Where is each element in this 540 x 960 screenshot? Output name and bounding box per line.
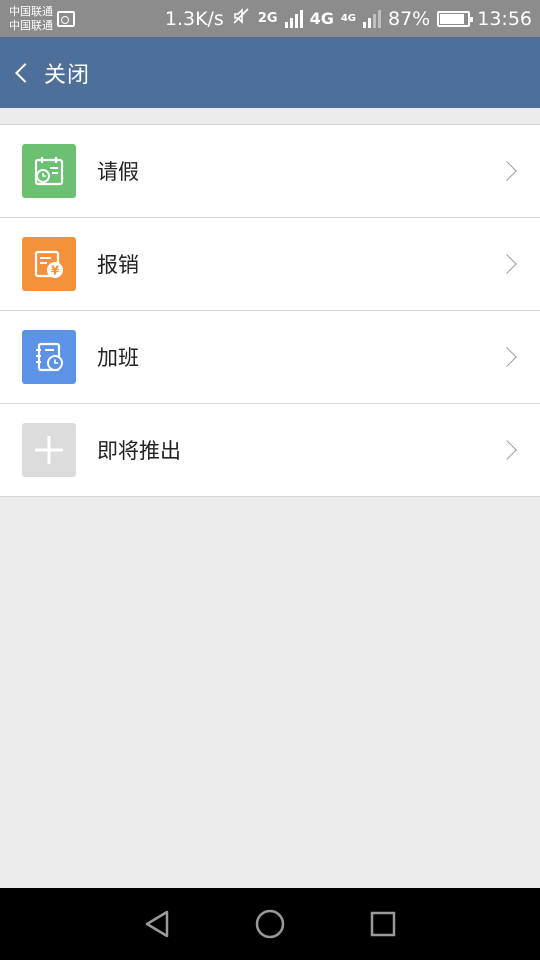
- menu-item-label: 请假: [97, 160, 139, 184]
- menu-item-label: 加班: [97, 346, 139, 370]
- mute-icon: [231, 6, 251, 31]
- network-4g-small-label: 4G: [340, 13, 356, 24]
- nav-recents-button[interactable]: [363, 904, 403, 944]
- square-recents-icon: [371, 911, 396, 937]
- menu-list: 请假 ¥ 报销 加班 即将推出: [0, 124, 540, 497]
- gallery-icon: [57, 10, 75, 27]
- plus-icon: [22, 423, 76, 477]
- calendar-clock-icon: [22, 144, 76, 198]
- svg-text:¥: ¥: [51, 264, 60, 278]
- chevron-right-icon: [497, 347, 517, 367]
- close-button[interactable]: 关闭: [12, 37, 90, 108]
- signal-icon: [284, 9, 303, 28]
- battery-percent: 87%: [388, 7, 431, 30]
- app-header: 关闭: [0, 37, 540, 108]
- menu-item-reimbursement[interactable]: ¥ 报销: [0, 218, 540, 311]
- network-4g-label: 4G: [309, 9, 334, 28]
- menu-item-label: 报销: [97, 253, 139, 277]
- menu-item-coming-soon[interactable]: 即将推出: [0, 404, 540, 497]
- carrier-1: 中国联通: [9, 4, 53, 18]
- notebook-clock-icon: [22, 330, 76, 384]
- chevron-right-icon: [497, 161, 517, 181]
- triangle-back-icon: [145, 910, 168, 938]
- signal-icon-2: [363, 9, 381, 28]
- net-speed: 1.3K/s: [164, 7, 224, 30]
- battery-icon: [437, 10, 474, 27]
- back-chevron-icon: [15, 62, 35, 83]
- receipt-yen-icon: ¥: [22, 237, 76, 291]
- menu-item-label: 即将推出: [97, 439, 181, 463]
- menu-item-leave[interactable]: 请假: [0, 125, 540, 218]
- chevron-right-icon: [497, 440, 517, 460]
- menu-item-overtime[interactable]: 加班: [0, 311, 540, 404]
- header-title: 关闭: [44, 62, 91, 88]
- carrier-info: 中国联通 中国联通: [9, 5, 53, 33]
- system-nav-bar: [0, 888, 540, 960]
- network-2g-label: 2G: [257, 11, 278, 26]
- status-bar: 中国联通 中国联通 1.3K/s 2G 4G 4G 87% 13:56: [0, 0, 540, 37]
- chevron-right-icon: [497, 254, 517, 274]
- circle-home-icon: [255, 909, 285, 939]
- carrier-2: 中国联通: [9, 18, 53, 32]
- clock: 13:56: [477, 7, 532, 30]
- nav-back-button[interactable]: [137, 904, 177, 944]
- nav-home-button[interactable]: [250, 904, 290, 944]
